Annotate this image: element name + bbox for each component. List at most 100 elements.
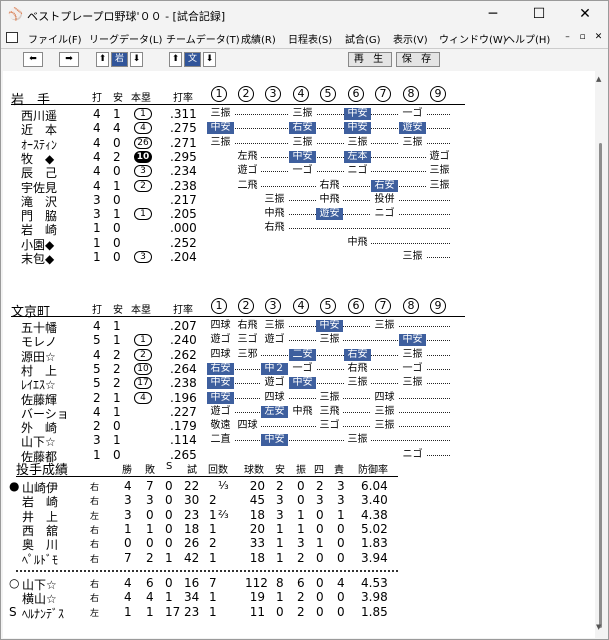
mdi-minimize-button[interactable]: – bbox=[560, 30, 575, 45]
pitcher-losses: 0 bbox=[146, 536, 154, 551]
maximize-button[interactable]: ☐ bbox=[516, 1, 562, 29]
pitcher-name[interactable]: ﾍﾟﾙﾄﾞﾓ bbox=[22, 551, 58, 568]
replay-button[interactable]: 再 生 bbox=[348, 52, 392, 67]
pitcher-strikeouts: 0 bbox=[297, 493, 305, 508]
pitching-header: 責 bbox=[334, 465, 344, 476]
at-bat-result: 投併 bbox=[371, 193, 398, 206]
menu-game[interactable]: 試合(G) bbox=[345, 31, 381, 46]
scroll-down-icon[interactable]: ▼ bbox=[596, 623, 601, 631]
player-average: .240 bbox=[170, 333, 197, 348]
player-average: .252 bbox=[170, 235, 197, 250]
pitcher-era: 5.02 bbox=[361, 521, 388, 536]
player-average: .265 bbox=[170, 447, 197, 462]
inning-number: 8 bbox=[403, 298, 419, 314]
pitcher-strikeouts: 3 bbox=[297, 536, 305, 551]
hit-result: 中安 bbox=[289, 377, 316, 390]
player-average: .295 bbox=[170, 149, 197, 164]
hit-result: 二安 bbox=[289, 348, 316, 361]
at-bat-result: 三振 bbox=[289, 108, 316, 120]
player-hits: 2 bbox=[113, 361, 121, 376]
player-at-bats: 5 bbox=[93, 333, 101, 348]
player-at-bats: 4 bbox=[93, 107, 101, 121]
inning-number: 7 bbox=[375, 86, 391, 102]
team2-up-button[interactable]: ⬆ bbox=[169, 52, 182, 67]
save-button[interactable]: 保 存 bbox=[396, 52, 440, 67]
pitcher-earned-runs: 0 bbox=[337, 550, 345, 565]
pitcher-pitch-count: 45 bbox=[249, 493, 265, 508]
menu-view[interactable]: 表示(V) bbox=[393, 31, 428, 46]
menu-team-data[interactable]: チームデータ(T) bbox=[166, 31, 240, 46]
pitcher-earned-runs: 0 bbox=[337, 604, 345, 619]
player-name[interactable]: 末包◆ bbox=[21, 250, 54, 267]
inning-number: 4 bbox=[293, 86, 309, 102]
mdi-restore-button[interactable]: ▫ bbox=[575, 30, 590, 45]
pitcher-wins: 1 bbox=[124, 604, 132, 619]
at-bat-result: 右飛 bbox=[261, 222, 288, 235]
pitcher-wins: 4 bbox=[124, 479, 132, 493]
pitching-header: 試 bbox=[187, 465, 197, 476]
at-bat-result: 遊ゴ bbox=[426, 150, 453, 163]
pitcher-saves: 0 bbox=[165, 576, 173, 590]
team1-up-button[interactable]: ⬆ bbox=[96, 52, 109, 67]
menu-help[interactable]: ヘルプ(H) bbox=[505, 31, 550, 46]
at-bat-result: 四球 bbox=[207, 348, 234, 361]
pitcher-games: 26 bbox=[184, 536, 200, 551]
menu-league-data[interactable]: リーグデータ(L) bbox=[89, 31, 162, 46]
pitcher-walks: 0 bbox=[316, 590, 324, 605]
pitcher-hand: 右 bbox=[90, 540, 100, 551]
team1-down-button[interactable]: ⬇ bbox=[130, 52, 143, 67]
pitcher-saves: 0 bbox=[165, 493, 173, 508]
inning-number: 5 bbox=[320, 86, 336, 102]
pitcher-name[interactable]: ﾍﾙﾅﾝﾃﾞｽ bbox=[22, 605, 64, 622]
menu-schedule[interactable]: 日程表(S) bbox=[288, 31, 332, 46]
header-hits: 安 bbox=[113, 305, 123, 316]
at-bat-result: 中飛 bbox=[316, 193, 343, 206]
pitcher-hand: 左 bbox=[90, 511, 100, 522]
next-game-button[interactable]: ➡ bbox=[59, 52, 79, 67]
scroll-up-icon[interactable]: ▲ bbox=[596, 75, 601, 83]
pitcher-games: 34 bbox=[184, 590, 200, 605]
menu-window[interactable]: ウィンドウ(W) bbox=[439, 31, 507, 46]
vertical-scrollbar[interactable]: ▲ ▼ bbox=[595, 71, 607, 638]
pitcher-era: 1.85 bbox=[361, 604, 388, 619]
player-season-homeruns: 10 bbox=[134, 150, 152, 163]
scrollbar-thumb[interactable] bbox=[599, 143, 602, 628]
team2-toggle-button[interactable]: 文 bbox=[184, 52, 201, 67]
at-bat-result: 三振 bbox=[344, 136, 371, 149]
close-button[interactable]: ✕ bbox=[562, 1, 608, 29]
at-bat-result: 三振 bbox=[289, 136, 316, 149]
team1-toggle-button[interactable]: 岩 bbox=[111, 52, 128, 67]
mdi-close-button[interactable]: ✕ bbox=[591, 30, 606, 45]
player-season-homeruns: 10 bbox=[134, 362, 152, 375]
document-icon[interactable] bbox=[6, 32, 18, 43]
pitcher-losses: 4 bbox=[146, 590, 154, 605]
player-at-bats: 4 bbox=[93, 347, 101, 362]
hit-result: 中安 bbox=[289, 150, 316, 163]
pitcher-hits: 8 bbox=[276, 576, 284, 590]
player-hits: 2 bbox=[113, 376, 121, 391]
pitcher-losses: 2 bbox=[146, 550, 154, 565]
player-hits: 0 bbox=[113, 235, 121, 250]
at-bat-result: 三振 bbox=[426, 165, 453, 178]
pitcher-wins: 3 bbox=[124, 507, 132, 522]
menu-records[interactable]: 成績(R) bbox=[241, 31, 276, 46]
result-leader-line bbox=[263, 228, 450, 230]
minimize-button[interactable]: ─ bbox=[470, 1, 516, 29]
pitcher-pitch-count: 112 bbox=[245, 576, 268, 590]
at-bat-result: 四球 bbox=[207, 320, 234, 332]
pitching-header: 安 bbox=[275, 465, 285, 476]
at-bat-result: 三振 bbox=[399, 348, 426, 361]
team2-down-button[interactable]: ⬇ bbox=[203, 52, 216, 67]
menu-file[interactable]: ファイル(F) bbox=[28, 31, 82, 46]
pitcher-games: 23 bbox=[184, 604, 200, 619]
player-hits: 0 bbox=[113, 447, 121, 462]
at-bat-result: 三振 bbox=[316, 391, 343, 404]
header-rbi: 本塁 bbox=[131, 93, 151, 104]
pitcher-strikeouts: 1 bbox=[297, 521, 305, 536]
at-bat-result: 右飛 bbox=[234, 320, 261, 332]
player-average: .311 bbox=[170, 107, 197, 121]
player-average: .238 bbox=[170, 178, 197, 193]
hit-result: 右安 bbox=[207, 362, 234, 375]
prev-game-button[interactable]: ⬅ bbox=[23, 52, 43, 67]
pitcher-pitch-count: 33 bbox=[249, 536, 265, 551]
